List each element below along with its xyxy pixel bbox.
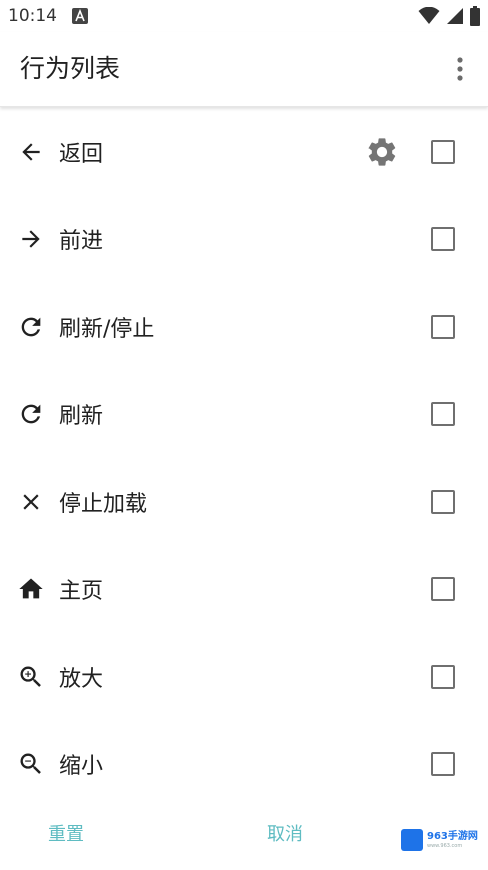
close-icon (16, 487, 46, 517)
cancel-button[interactable]: 取消 (261, 816, 309, 850)
zoom-out-icon (16, 749, 46, 779)
list-item-label: 刷新/停止 (59, 316, 155, 342)
status-time: 10:14 (8, 6, 57, 26)
status-bar: 10:14 (0, 0, 488, 32)
checkbox[interactable] (431, 577, 455, 602)
watermark-logo-icon (401, 829, 423, 851)
settings-button[interactable] (364, 134, 400, 170)
more-options-button[interactable] (440, 52, 480, 86)
page-title: 行为列表 (20, 54, 121, 83)
list-item-refresh-stop[interactable]: 刷新/停止 (0, 283, 488, 371)
list-item-label: 放大 (59, 666, 104, 692)
checkbox[interactable] (431, 664, 455, 689)
arrow-forward-icon (16, 224, 46, 254)
gear-icon (368, 138, 396, 166)
list-item-label: 主页 (59, 579, 104, 605)
checkbox[interactable] (431, 752, 455, 777)
watermark-text: 963手游网 (427, 830, 478, 842)
list-item-label: 停止加载 (59, 491, 148, 517)
list-item-label: 刷新 (59, 404, 104, 430)
refresh-icon (16, 399, 46, 429)
watermark-url: www.963.com (427, 842, 463, 849)
checkbox[interactable] (431, 489, 455, 514)
app-bar: 行为列表 (0, 32, 488, 107)
list-item-label: 缩小 (59, 754, 104, 780)
checkbox[interactable] (431, 227, 455, 252)
checkbox[interactable] (431, 402, 455, 427)
home-icon (16, 574, 46, 604)
list-item-zoom-out[interactable]: 缩小 (0, 721, 488, 809)
checkbox[interactable] (431, 139, 455, 164)
list-item-label: 前进 (59, 229, 104, 255)
watermark: 963手游网 www.963.com (401, 826, 483, 854)
list-item-refresh[interactable]: 刷新 (0, 371, 488, 459)
list-item-label: 返回 (59, 141, 104, 167)
zoom-in-icon (16, 662, 46, 692)
reset-button[interactable]: 重置 (42, 816, 90, 850)
list-item-zoom-in[interactable]: 放大 (0, 633, 488, 721)
list-item-home[interactable]: 主页 (0, 546, 488, 634)
action-list: 返回 前进 刷新/停止 刷新 停止加载 主页 放大 缩小 (0, 108, 488, 808)
checkbox[interactable] (431, 314, 455, 339)
more-vert-icon (457, 57, 463, 81)
list-item-back[interactable]: 返回 (0, 108, 488, 196)
wifi-icon (418, 7, 440, 24)
arrow-back-icon (16, 137, 46, 167)
signal-icon (447, 8, 463, 24)
battery-icon (470, 6, 480, 26)
refresh-icon (16, 312, 46, 342)
list-item-stop-loading[interactable]: 停止加载 (0, 458, 488, 546)
a-badge-icon (72, 8, 88, 24)
list-item-forward[interactable]: 前进 (0, 196, 488, 284)
